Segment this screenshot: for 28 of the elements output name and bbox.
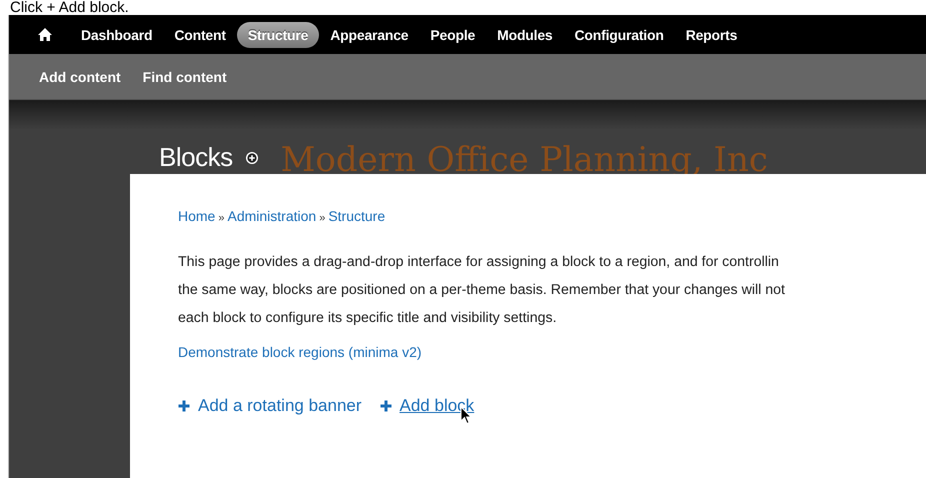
toolbar-menu-item[interactable]: Configuration	[564, 22, 675, 48]
toolbar-menu-item[interactable]: People	[419, 22, 486, 48]
toolbar-menu-item[interactable]: Modules	[486, 22, 564, 48]
toolbar-menu-item[interactable]: Content	[163, 22, 237, 48]
home-icon[interactable]	[38, 28, 52, 41]
caption-text: Click + Add block.	[9, 0, 130, 15]
breadcrumb-link[interactable]: Administration	[227, 208, 316, 224]
site-name: Modern Office Planning, Inc	[280, 140, 768, 180]
breadcrumb-link[interactable]: Home	[178, 208, 216, 224]
action-link[interactable]: Add a rotating banner	[198, 396, 362, 416]
breadcrumb-separator: »	[319, 212, 326, 224]
toolbar-menu-item[interactable]: Appearance	[319, 22, 420, 48]
toolbar-menu-item[interactable]: Structure	[236, 22, 320, 48]
description-text: each block to configure its specific title and visibility settings.	[178, 309, 558, 328]
plus-icon	[380, 400, 392, 412]
description-text: the same way, blocks are positioned on a per-theme basis. Remember that your changes will not	[178, 281, 786, 300]
plus-icon	[178, 400, 190, 412]
toolbar-menu-item[interactable]: Reports	[674, 22, 748, 48]
page-title: Blocks	[159, 142, 233, 173]
breadcrumb-link[interactable]: Structure	[328, 208, 386, 224]
toolbar-menu-item[interactable]: Dashboard	[70, 22, 164, 48]
description-text: This page provides a drag-and-drop interface for assigning a block to a region, and for controllin	[178, 253, 780, 272]
shortcut-link[interactable]: Add content	[39, 68, 121, 84]
add-shortcut-icon[interactable]	[244, 151, 259, 165]
action-link[interactable]: Add block	[400, 396, 474, 416]
demo-regions-link[interactable]: Demonstrate block regions (minima v2)	[178, 344, 422, 360]
breadcrumb-separator: »	[218, 212, 224, 224]
shortcut-link[interactable]: Find content	[142, 68, 227, 84]
